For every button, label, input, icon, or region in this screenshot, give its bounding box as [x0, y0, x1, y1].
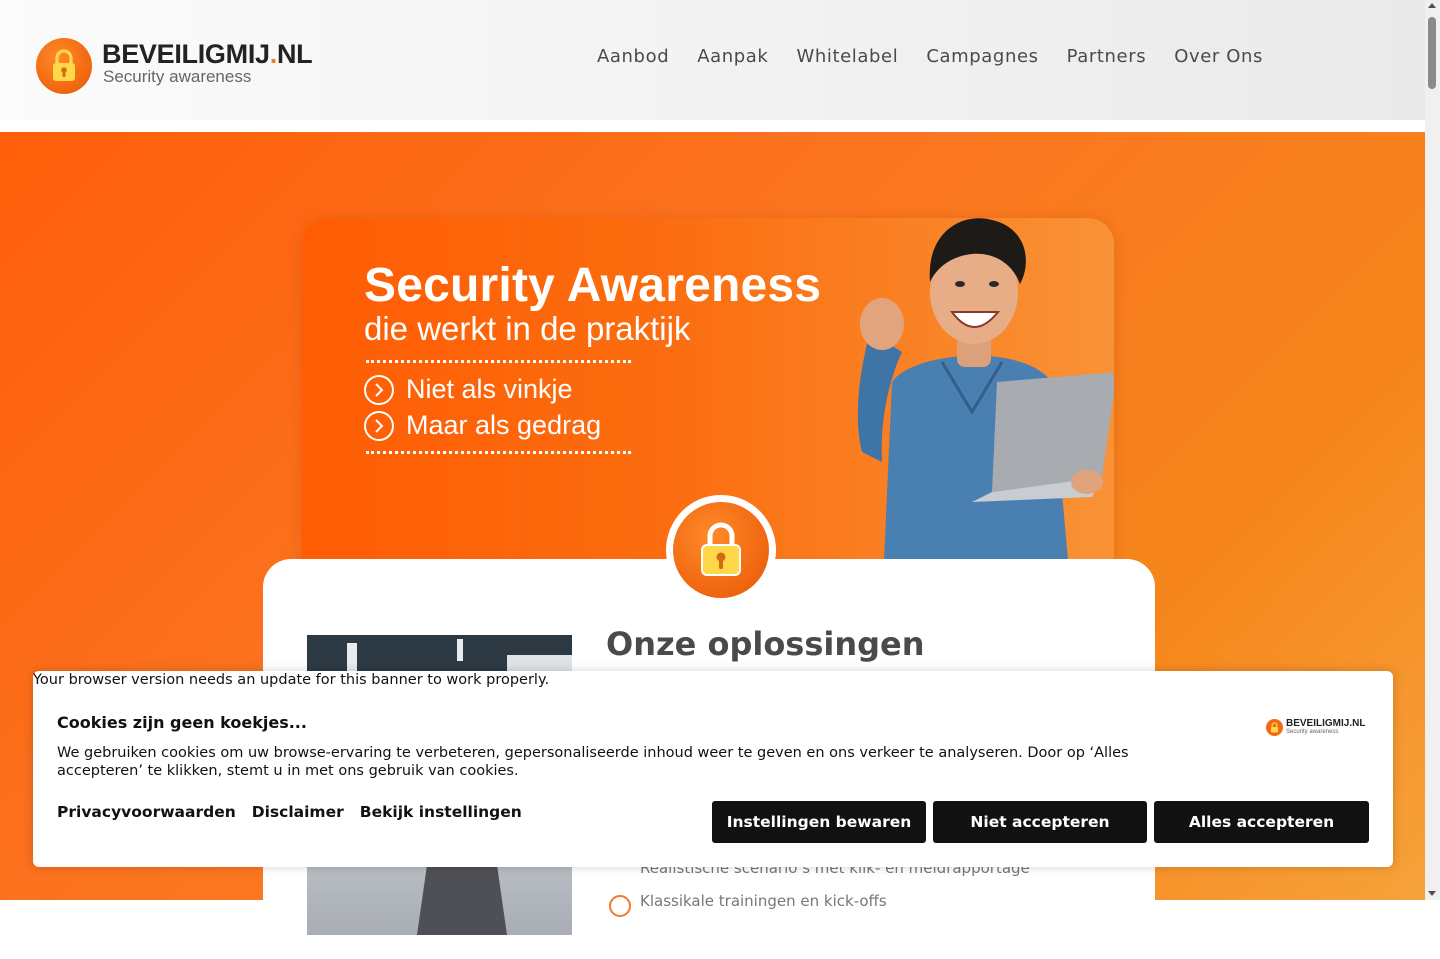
logo-subtitle: Security awareness: [103, 67, 252, 86]
padlock-icon: [36, 38, 92, 94]
person-with-laptop-image: [857, 218, 1114, 598]
privacy-link[interactable]: Privacyvoorwaarden: [57, 803, 236, 821]
accept-all-button[interactable]: Alles accepteren: [1154, 801, 1369, 843]
banner-bullet: Maar als gedrag: [364, 410, 601, 441]
banner-bullet-label: Niet als vinkje: [406, 374, 573, 404]
scroll-up-arrow-icon[interactable]: [1428, 3, 1436, 8]
solutions-list-item: Klassikale trainingen en kick-offs: [640, 892, 887, 910]
scroll-down-arrow-icon[interactable]: [1428, 891, 1436, 896]
cookie-logo-title: BEVEILIGMIJ.NL: [1286, 718, 1366, 729]
lock-badge: [666, 495, 776, 605]
padlock-icon: [673, 502, 769, 598]
logo-title: BEVEILIGMIJ.NL: [102, 39, 313, 69]
save-settings-button[interactable]: Instellingen bewaren: [712, 801, 926, 843]
banner-bullet: Niet als vinkje: [364, 374, 573, 405]
nav-whitelabel[interactable]: Whitelabel: [796, 46, 898, 67]
solutions-title: Onze oplossingen: [606, 625, 925, 663]
site-logo[interactable]: BEVEILIGMIJ.NL Security awareness: [36, 38, 313, 94]
main-nav: Aanbod Aanpak Whitelabel Campagnes Partn…: [597, 46, 1291, 67]
nav-over-ons[interactable]: Over Ons: [1174, 46, 1263, 67]
banner-bullet-label: Maar als gedrag: [406, 410, 602, 440]
page-scrollbar[interactable]: [1425, 0, 1440, 900]
cookie-logo: BEVEILIGMIJ.NL Security awareness: [1266, 719, 1365, 736]
view-settings-link[interactable]: Bekijk instellingen: [360, 803, 522, 821]
banner-title: Security Awareness: [364, 259, 822, 312]
cookie-description: We gebruiken cookies om uw browse-ervari…: [57, 745, 1129, 779]
banner-subtitle: die werkt in de praktijk: [364, 310, 691, 347]
circle-bullet-icon: [609, 895, 631, 917]
disclaimer-link[interactable]: Disclaimer: [252, 803, 344, 821]
nav-partners[interactable]: Partners: [1067, 46, 1147, 67]
nav-aanbod[interactable]: Aanbod: [597, 46, 669, 67]
reject-button[interactable]: Niet accepteren: [933, 801, 1147, 843]
site-header: BEVEILIGMIJ.NL Security awareness Aanbod…: [0, 0, 1425, 120]
cookie-title: Cookies zijn geen koekjes...: [57, 713, 307, 732]
padlock-icon: [1266, 719, 1283, 736]
scrollbar-thumb[interactable]: [1428, 17, 1436, 89]
dotted-divider: [366, 451, 631, 454]
cookie-logo-subtitle: Security awareness: [1286, 729, 1339, 735]
cookie-banner: Your browser version needs an update for…: [33, 671, 1393, 867]
browser-warning: Your browser version needs an update for…: [33, 672, 550, 688]
chevron-right-icon: [364, 410, 394, 441]
cookie-links: Privacyvoorwaarden Disclaimer Bekijk ins…: [57, 803, 538, 821]
nav-aanpak[interactable]: Aanpak: [697, 46, 768, 67]
chevron-right-icon: [364, 374, 394, 405]
nav-campagnes[interactable]: Campagnes: [926, 46, 1038, 67]
dotted-divider: [366, 360, 631, 363]
